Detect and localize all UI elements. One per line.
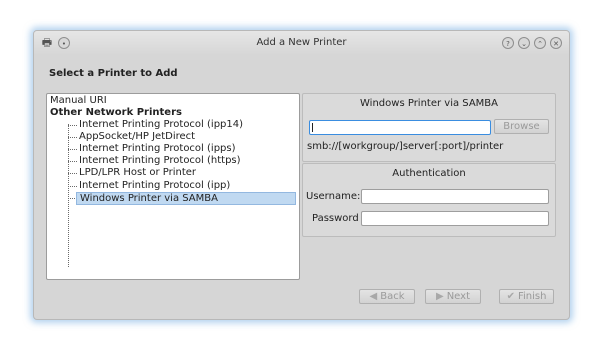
arrow-right-icon: ▶ — [436, 291, 444, 302]
samba-panel-title: Windows Printer via SAMBA — [360, 98, 498, 109]
tree-branch-line — [68, 137, 77, 138]
tree-item-lpd[interactable]: LPD/LPR Host or Printer — [79, 167, 196, 179]
next-button[interactable]: ▶ Next — [425, 289, 481, 304]
tree-item-samba[interactable]: Windows Printer via SAMBA — [76, 192, 296, 205]
uri-hint: smb://[workgroup/]server[:port]/printer — [307, 141, 504, 152]
device-tree[interactable]: Manual URI Other Network Printers Intern… — [46, 93, 300, 280]
username-field[interactable] — [361, 189, 549, 204]
finish-button-label: Finish — [517, 291, 547, 302]
tree-item-https[interactable]: Internet Printing Protocol (https) — [79, 155, 241, 167]
back-button[interactable]: ◀ Back — [359, 289, 415, 304]
back-button-label: Back — [380, 291, 405, 302]
page-heading: Select a Printer to Add — [49, 68, 178, 79]
close-icon[interactable]: ✕ — [550, 37, 562, 49]
minimize-icon[interactable]: ⌄ — [518, 37, 530, 49]
tree-item-manual-uri[interactable]: Manual URI — [50, 95, 107, 107]
arrow-left-icon: ◀ — [369, 291, 378, 302]
maximize-icon[interactable]: ⌃ — [534, 37, 546, 49]
tree-group-network-printers[interactable]: Other Network Printers — [50, 107, 182, 119]
finish-button[interactable]: ✔ Finish — [499, 289, 554, 304]
tree-branch-line — [68, 125, 77, 126]
add-printer-dialog: 🖶 • Add a New Printer ? ⌄ ⌃ ✕ Select a P… — [33, 30, 570, 320]
auth-panel-title: Authentication — [392, 168, 466, 179]
help-icon[interactable]: ? — [502, 37, 514, 49]
samba-panel: Windows Printer via SAMBA Browse smb://[… — [302, 93, 556, 162]
browse-button[interactable]: Browse — [494, 119, 549, 134]
tree-branch-line — [68, 161, 77, 162]
tree-item-ipp[interactable]: Internet Printing Protocol (ipp) — [79, 180, 230, 192]
tree-branch-line — [68, 186, 77, 187]
tree-item-appsocket[interactable]: AppSocket/HP JetDirect — [79, 131, 195, 143]
text-cursor — [312, 123, 313, 132]
next-button-label: Next — [446, 291, 470, 302]
browse-button-label: Browse — [503, 121, 540, 132]
tree-branch-line — [68, 124, 69, 267]
checkmark-icon: ✔ — [506, 291, 515, 302]
password-label: Password — [312, 213, 359, 224]
window-title: Add a New Printer — [256, 37, 347, 48]
username-label: Username: — [306, 191, 361, 202]
tree-branch-line — [68, 173, 77, 174]
tree-item-ipp14[interactable]: Internet Printing Protocol (ipp14) — [79, 119, 243, 131]
uri-input[interactable] — [309, 120, 491, 135]
tree-branch-line — [68, 149, 77, 150]
password-field[interactable] — [361, 211, 549, 226]
title-bar: 🖶 • Add a New Printer ? ⌄ ⌃ ✕ — [34, 31, 569, 55]
tree-item-ipps[interactable]: Internet Printing Protocol (ipps) — [79, 143, 236, 155]
auth-panel: Authentication Username: Password — [302, 163, 556, 237]
